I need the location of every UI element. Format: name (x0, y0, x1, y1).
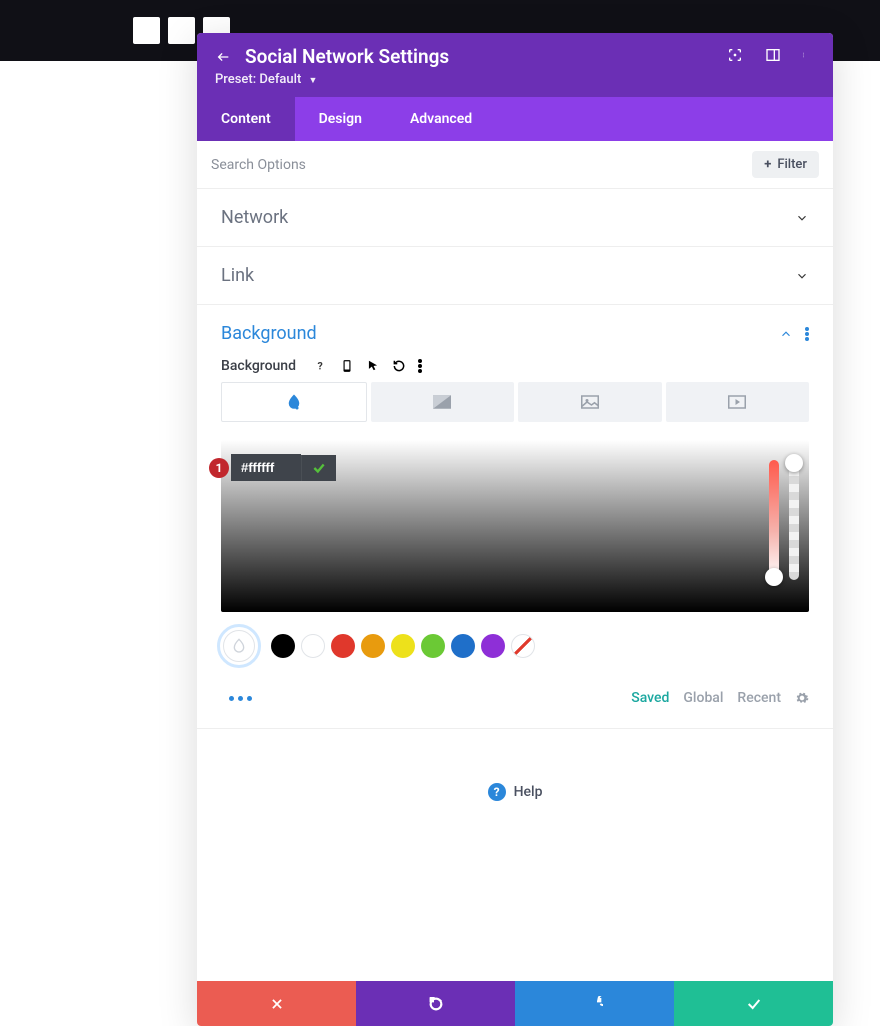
save-button[interactable] (674, 981, 833, 1026)
search-row: Search Options + Filter (197, 141, 833, 189)
kebab-icon[interactable] (803, 47, 819, 63)
chevron-up-icon[interactable] (779, 327, 793, 341)
chevron-down-icon (795, 211, 809, 225)
kebab-icon[interactable] (418, 359, 432, 373)
hex-input[interactable] (231, 454, 301, 481)
section-network[interactable]: Network (197, 189, 833, 247)
redo-button[interactable] (515, 981, 674, 1026)
hex-confirm-button[interactable] (301, 455, 336, 481)
annotation-badge: 1 (209, 458, 229, 478)
kebab-icon[interactable] (805, 327, 809, 341)
chevron-down-icon (795, 269, 809, 283)
undo-button[interactable] (356, 981, 515, 1026)
swatch-red[interactable] (331, 634, 355, 658)
svg-text:?: ? (317, 360, 322, 373)
bg-tab-video[interactable] (666, 382, 810, 422)
bg-tab-color[interactable] (221, 382, 367, 422)
swatch-orange[interactable] (361, 634, 385, 658)
hue-slider[interactable] (769, 460, 779, 580)
swatch-purple[interactable] (481, 634, 505, 658)
cursor-icon[interactable] (366, 359, 380, 373)
help-row[interactable]: ? Help (197, 728, 833, 981)
reset-icon[interactable] (392, 359, 406, 373)
background-type-tabs (221, 382, 809, 422)
alpha-handle[interactable] (785, 454, 803, 472)
tab-content[interactable]: Content (197, 97, 295, 141)
settings-panel: Social Network Settings Preset: Default … (197, 33, 833, 1026)
help-label: Help (514, 784, 543, 800)
mobile-icon[interactable] (340, 359, 354, 373)
bg-tab-image[interactable] (518, 382, 662, 422)
color-saturation-field[interactable]: 1 (221, 440, 809, 612)
section-background: Background (197, 305, 833, 344)
topbar-box (168, 17, 195, 44)
hue-handle[interactable] (765, 568, 783, 586)
gear-icon[interactable] (795, 691, 809, 705)
help-icon: ? (488, 783, 506, 801)
background-body: Background ? (197, 344, 833, 706)
swatch-blue[interactable] (451, 634, 475, 658)
search-input[interactable]: Search Options (211, 157, 306, 173)
palette-global[interactable]: Global (683, 690, 723, 706)
frame-icon[interactable] (727, 47, 743, 63)
palette-recent[interactable]: Recent (737, 690, 781, 706)
alpha-slider[interactable] (789, 460, 799, 580)
panel-tabs: Content Design Advanced (197, 97, 833, 141)
section-link[interactable]: Link (197, 247, 833, 305)
tab-advanced[interactable]: Advanced (386, 97, 496, 141)
filter-button[interactable]: + Filter (752, 151, 819, 178)
panel-header: Social Network Settings Preset: Default … (197, 33, 833, 97)
back-icon[interactable] (215, 49, 231, 65)
cancel-button[interactable] (197, 981, 356, 1026)
panel-layout-icon[interactable] (765, 47, 781, 63)
palette-saved[interactable]: Saved (631, 690, 669, 706)
background-label: Background (221, 358, 296, 374)
preset-dropdown[interactable]: Preset: Default ▼ (215, 72, 815, 87)
selected-swatch[interactable] (217, 624, 261, 668)
swatch-black[interactable] (271, 634, 295, 658)
swatch-white[interactable] (301, 634, 325, 658)
color-swatches (221, 624, 809, 668)
tab-design[interactable]: Design (295, 97, 386, 141)
topbar-box (133, 17, 160, 44)
swatch-yellow[interactable] (391, 634, 415, 658)
panel-title: Social Network Settings (245, 45, 449, 68)
help-icon[interactable]: ? (314, 359, 328, 373)
panel-footer (197, 981, 833, 1026)
swatch-transparent[interactable] (511, 634, 535, 658)
bg-tab-gradient[interactable] (371, 382, 515, 422)
swatch-green[interactable] (421, 634, 445, 658)
more-icon[interactable] (229, 696, 252, 701)
